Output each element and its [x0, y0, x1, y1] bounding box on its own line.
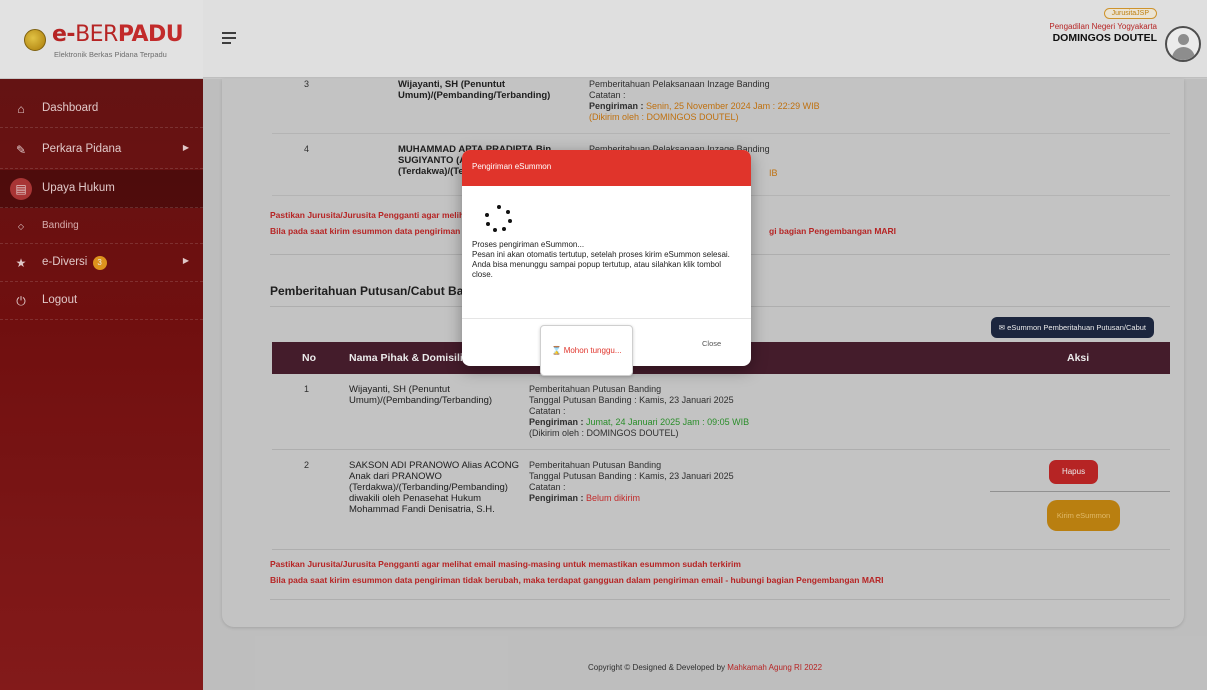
wait-button[interactable]: ⌛ Mohon tunggu... — [540, 325, 633, 376]
divider — [462, 318, 751, 319]
close-button[interactable]: Close — [702, 339, 721, 348]
modal-title: Pengiriman eSummon — [462, 150, 751, 186]
modal-message: Proses pengiriman eSummon... Pesan ini a… — [472, 240, 730, 279]
spinner-icon: ⌛ — [551, 346, 562, 355]
loading-spinner-icon — [484, 205, 514, 235]
esummon-modal: Pengiriman eSummon Proses pengiriman eSu… — [462, 150, 751, 376]
